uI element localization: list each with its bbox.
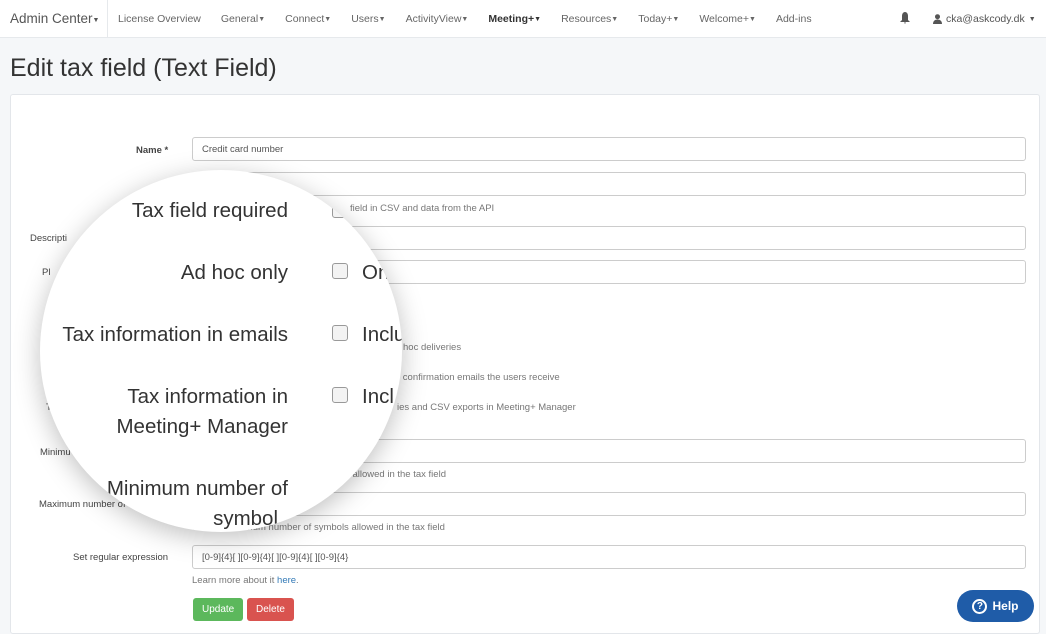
lens-text: On [362,261,390,284]
tax-in-manager-checkbox[interactable] [332,387,348,403]
lens-label: Tax information in [127,385,288,408]
nav-item-users[interactable]: Users▼ [351,13,385,25]
caret-down-icon: ▼ [461,16,469,23]
user-menu[interactable]: cka@askcody.dk ▼ [933,13,1036,25]
nav-item-meeting-[interactable]: Meeting+▼ [488,13,541,25]
nav-item-welcome-[interactable]: Welcome+▼ [699,13,756,25]
lens-label: Meeting+ Manager [116,415,288,438]
help-text: ies and CSV exports in Meeting+ Manager [397,402,576,413]
top-navbar: Admin Center▼ License Overview General▼ Co… [0,0,1046,38]
caret-down-icon: ▼ [1028,15,1036,23]
caret-down-icon: ▼ [534,16,542,23]
caret-down-icon: ▼ [672,16,680,23]
tax-field-required-checkbox[interactable] [332,202,348,218]
help-text: field in CSV and data from the API [350,203,495,214]
lens-label: symbol [213,507,278,530]
nav-item-today-[interactable]: Today+▼ [638,13,679,25]
regex-label: Set regular expression [73,552,169,563]
learn-more-link[interactable]: here [277,575,296,586]
nav-item-activityview[interactable]: ActivityView▼ [406,13,469,25]
ad-hoc-only-checkbox[interactable] [332,263,348,279]
input-field[interactable] [192,172,1026,196]
bell-icon[interactable] [900,12,910,24]
caret-down-icon: ▼ [378,16,386,23]
tax-in-emails-checkbox[interactable] [332,325,348,341]
caret-down-icon: ▼ [92,17,100,24]
help-text: r confirmation emails the users receive [397,372,560,383]
lens-label: Tax information in emails [62,323,288,346]
nav-item-resources[interactable]: Resources▼ [561,13,618,25]
user-icon [933,14,942,24]
help-button[interactable]: ? Help [957,590,1034,622]
admin-center-menu[interactable]: Admin Center▼ [10,11,99,26]
lens-text: Incl [362,385,394,408]
caret-down-icon: ▼ [749,16,756,23]
lens-label: Ad hoc only [180,261,288,284]
lens-label: Tax field required [131,199,288,222]
page-title: Edit tax field (Text Field) [10,54,277,82]
nav-item-add-ins[interactable]: Add-ins [776,13,812,25]
nav-menu: License Overview General▼ Connect▼ Users▼ Ac… [118,13,812,25]
name-input[interactable]: Credit card number [192,137,1026,161]
help-text: hoc deliveries [403,342,462,353]
placeholder-label: Pl [42,267,51,278]
divider [107,0,108,38]
name-label: Name * [136,145,169,156]
lens-label: Minimum number of [106,477,288,500]
magnifier-lens: Tax field required Ad hoc only On Tax in… [40,170,402,532]
minimum-label: Minimu [40,447,71,458]
nav-item-general[interactable]: General▼ [221,13,265,25]
delete-button[interactable]: Delete [247,598,294,621]
lens-text: Inclu [362,323,402,346]
nav-item-license-overview[interactable]: License Overview [118,13,201,25]
learn-more-text: Learn more about it here. [192,575,299,586]
caret-down-icon: ▼ [324,16,332,23]
question-icon: ? [972,598,988,614]
caret-down-icon: ▼ [258,16,266,23]
update-button[interactable]: Update [193,598,244,621]
caret-down-icon: ▼ [611,16,619,23]
regex-input[interactable]: [0-9]{4}[ ][0-9]{4}[ ][0-9]{4}[ ][0-9]{4… [192,545,1026,569]
nav-item-connect[interactable]: Connect▼ [285,13,331,25]
description-label: Descripti [30,233,67,244]
help-text: ls allowed in the tax field [343,469,446,480]
